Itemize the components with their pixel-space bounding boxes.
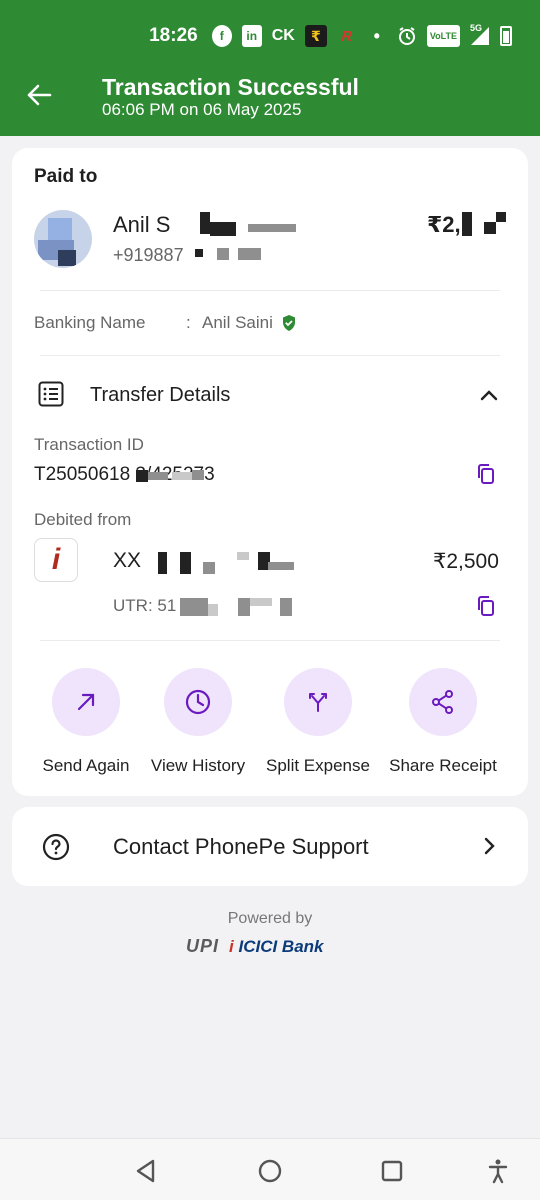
ck-icon: CK (271, 27, 295, 44)
view-history-button[interactable]: View History (133, 668, 263, 776)
debit-amount: ₹2,500 (433, 550, 499, 573)
clock-icon (164, 668, 232, 736)
share-receipt-button[interactable]: Share Receipt (378, 668, 508, 776)
status-bar: 18:26 f in CK ₹ R • VoLTE 5G (149, 20, 512, 52)
copy-transaction-id-icon[interactable] (475, 463, 497, 490)
icici-bank-logo-text: i ICICI Bank (229, 937, 324, 957)
linkedin-icon: in (241, 25, 262, 47)
arrow-up-right-icon (52, 668, 120, 736)
currency-app-icon: ₹ (304, 25, 327, 47)
alarm-icon (397, 25, 417, 47)
split-expense-button[interactable]: Split Expense (253, 668, 383, 776)
divider (40, 640, 500, 641)
split-expense-label: Split Expense (266, 756, 370, 775)
transaction-card: Paid to Anil S +919887 ₹2, Banking Name … (12, 148, 528, 796)
payee-name: Anil S (113, 212, 171, 237)
utr-label: UTR: 51 (113, 596, 177, 615)
dot-icon: • (373, 25, 380, 46)
chevron-up-icon[interactable] (478, 384, 500, 411)
icici-i-mark: i (229, 936, 234, 956)
transaction-time: 06:06 PM on 06 May 2025 (102, 100, 302, 119)
contact-support-button[interactable]: Contact PhonePe Support (12, 807, 528, 886)
send-again-button[interactable]: Send Again (21, 668, 151, 776)
upi-logo: UPI (186, 936, 220, 956)
view-history-label: View History (150, 756, 246, 775)
list-document-icon (38, 381, 64, 412)
volte-icon: VoLTE (426, 25, 460, 47)
nav-recents-icon[interactable] (378, 1157, 406, 1185)
split-icon (284, 668, 352, 736)
red-app-icon: R (341, 27, 353, 45)
nav-back-icon[interactable] (132, 1157, 160, 1185)
divider (40, 290, 500, 291)
divider (40, 355, 500, 356)
icici-bank-logo: i (34, 538, 78, 582)
page-title: Transaction Successful (102, 74, 359, 100)
header-bar: 18:26 f in CK ₹ R • VoLTE 5G Transaction… (0, 0, 540, 136)
share-receipt-label: Share Receipt (389, 756, 497, 775)
banking-name-label: Banking Name (34, 313, 146, 332)
verified-icon (281, 314, 297, 337)
contact-support-label: Contact PhonePe Support (113, 834, 369, 859)
powered-by-label: Powered by (227, 910, 313, 927)
back-arrow-icon[interactable] (24, 80, 54, 110)
paid-to-label: Paid to (34, 166, 98, 187)
payee-phone: +919887 (113, 245, 184, 265)
transaction-id-label: Transaction ID (34, 435, 144, 454)
help-icon (42, 833, 70, 866)
5g-signal-icon: 5G (470, 23, 490, 47)
account-number-masked: XX (113, 549, 142, 572)
paid-amount: ₹2, (427, 212, 461, 237)
banking-name-value: Anil Saini (202, 313, 273, 332)
share-icon (409, 668, 477, 736)
chevron-right-icon (478, 835, 500, 862)
status-time: 18:26 (149, 25, 198, 46)
debited-from-label: Debited from (34, 510, 132, 529)
avatar (34, 210, 92, 268)
facebook-icon: f (211, 25, 232, 47)
icici-bank-name: ICICI Bank (238, 936, 324, 956)
network-type-label: 5G (470, 23, 483, 33)
accessibility-icon[interactable] (484, 1157, 512, 1185)
battery-icon (500, 26, 512, 46)
partner-logos: UPI i ICICI Bank (186, 936, 324, 957)
banking-name-separator: : (186, 313, 191, 332)
transfer-details-heading: Transfer Details (90, 384, 231, 406)
system-nav-bar (0, 1138, 540, 1200)
nav-home-icon[interactable] (256, 1157, 284, 1185)
copy-utr-icon[interactable] (475, 595, 497, 622)
send-again-label: Send Again (42, 756, 130, 775)
